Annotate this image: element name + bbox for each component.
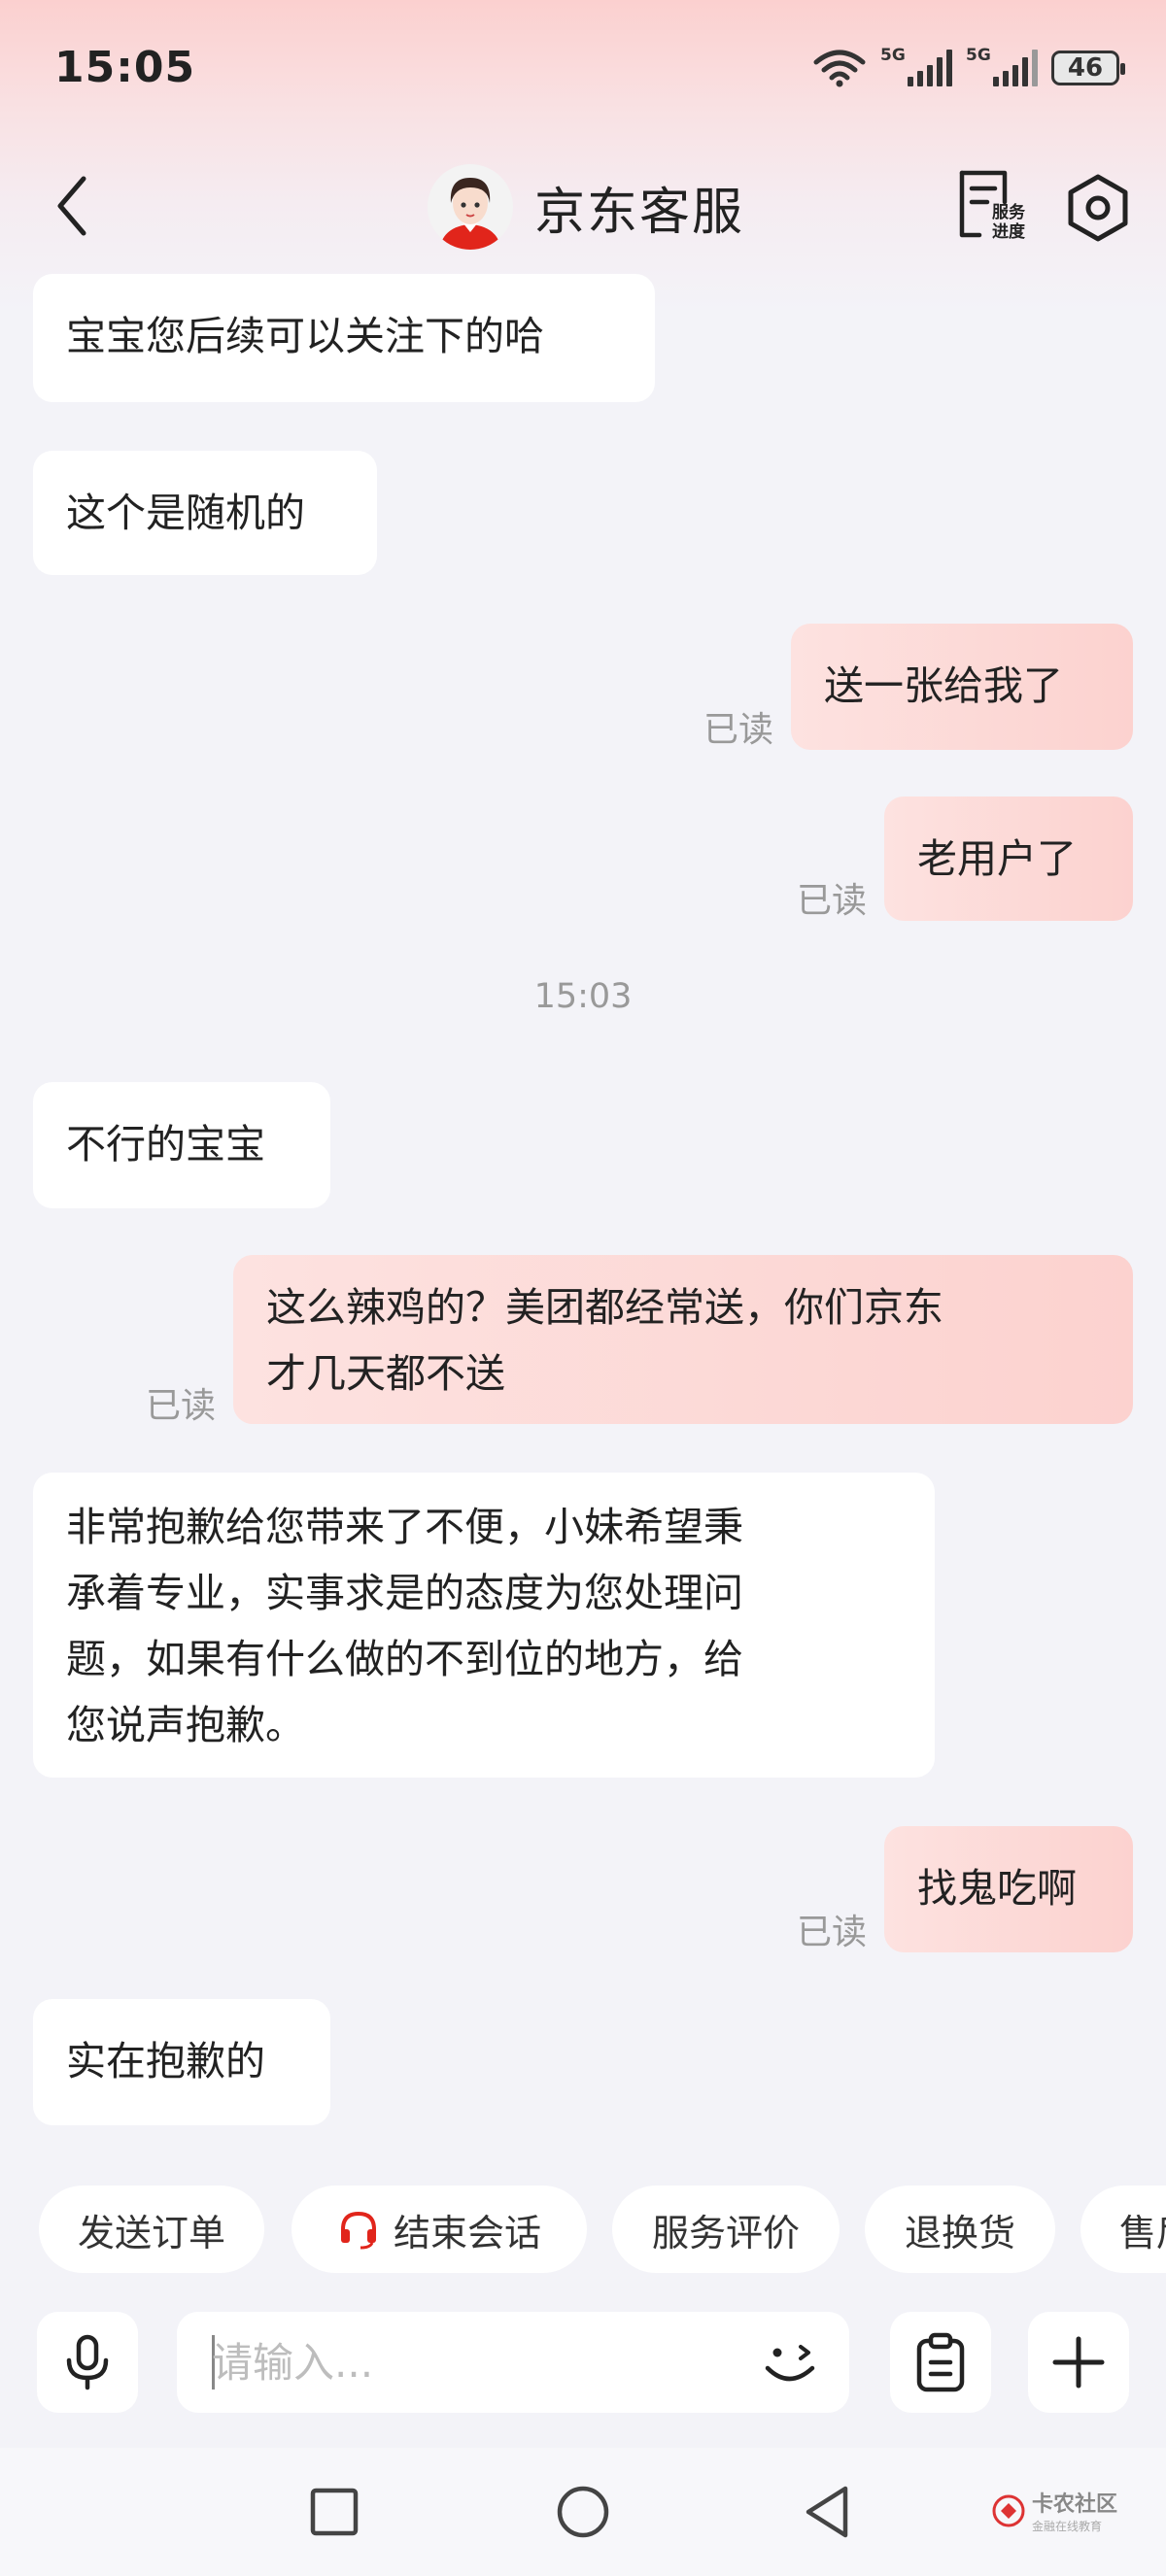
status-time: 15:05 [54,43,196,92]
quick-action-send-order[interactable]: 发送订单 [39,2186,264,2273]
wink-emoji-icon [765,2345,815,2382]
chip-label: 售后 [1119,2211,1166,2254]
message-bubble[interactable]: 这个是随机的 [33,451,377,575]
watermark-logo-icon [992,2494,1025,2526]
watermark: 卡农社区 金融在线教育 [991,2487,1117,2534]
network-label: 5G [880,46,906,65]
triangle-back-icon [806,2486,848,2538]
input-bar [0,2294,1166,2430]
quick-action-service-rating[interactable]: 服务评价 [612,2186,840,2273]
status-icons: 5G 5G 46 [812,46,1125,87]
svg-text:进度: 进度 [992,221,1026,242]
message-input-box[interactable] [177,2312,849,2413]
message-bubble[interactable]: 宝宝您后续可以关注下的哈 [33,274,655,402]
circle-icon [557,2486,609,2538]
quick-action-end-session[interactable]: 结束会话 [292,2186,587,2273]
chip-label: 服务评价 [651,2211,800,2254]
network-label-2: 5G [966,46,991,65]
headset-icon [340,2211,376,2250]
page-title: 京东客服 [534,183,745,242]
message-bubble[interactable]: 送一张给我了 [791,624,1133,750]
wifi-icon [813,50,866,87]
message-bubble[interactable]: 找鬼吃啊 [884,1826,1133,1952]
chip-label: 退换货 [904,2211,1015,2254]
voice-button[interactable] [37,2312,138,2413]
message-bubble[interactable]: 实在抱歉的 [33,1999,330,2125]
quick-action-return-exchange[interactable]: 退换货 [865,2186,1055,2273]
emoji-button[interactable] [760,2331,822,2393]
avatar [428,164,513,250]
settings-button[interactable] [1059,169,1137,247]
read-status: 已读 [703,710,774,750]
read-status: 已读 [797,1913,868,1952]
read-status: 已读 [797,881,868,921]
message-bubble[interactable]: 非常抱歉给您带来了不便，小妹希望秉 承着专业，实事求是的态度为您处理问 题，如果… [33,1473,935,1778]
svg-text:服务: 服务 [992,202,1026,222]
system-nav-bar: 卡农社区 金融在线教育 [0,2448,1166,2576]
chip-label: 结束会话 [393,2211,541,2254]
chip-label: 发送订单 [77,2211,225,2254]
recent-apps-button[interactable] [299,2477,369,2547]
signal-icon: 5G [880,46,952,86]
clipboard-icon [916,2332,965,2392]
battery-icon: 46 [1051,51,1125,85]
chevron-left-icon [57,176,86,236]
message-input[interactable] [212,2331,737,2393]
message-bubble[interactable]: 不行的宝宝 [33,1082,330,1208]
square-icon [310,2488,359,2536]
watermark-subtext: 金融在线教育 [1032,2520,1103,2533]
microphone-icon [66,2334,109,2390]
header-center[interactable]: 京东客服 [428,163,744,251]
signal-icon-2: 5G [966,46,1038,86]
battery-level: 46 [1067,53,1104,83]
document-progress-icon: 服务 进度 [959,170,1026,242]
read-status: 已读 [146,1386,217,1426]
watermark-text: 卡农社区 [1032,2492,1118,2517]
message-timestamp: 15:03 [533,977,633,1016]
home-button[interactable] [548,2477,618,2547]
status-bar: 15:05 5G 5G 46 [0,0,1166,146]
plus-icon [1052,2336,1105,2389]
service-progress-button[interactable]: 服务 进度 [954,167,1032,245]
back-nav-button[interactable] [795,2477,865,2547]
clipboard-button[interactable] [890,2312,991,2413]
hexagon-gear-icon [1068,174,1128,242]
quick-action-after-sales[interactable]: 售后 [1080,2186,1166,2273]
chat-header: 京东客服 服务 进度 [0,146,1166,272]
back-button[interactable] [43,167,101,245]
message-bubble[interactable]: 老用户了 [884,797,1133,921]
message-bubble[interactable]: 这么辣鸡的？美团都经常送，你们京东 才几天都不送 [233,1255,1133,1424]
add-button[interactable] [1028,2312,1129,2413]
